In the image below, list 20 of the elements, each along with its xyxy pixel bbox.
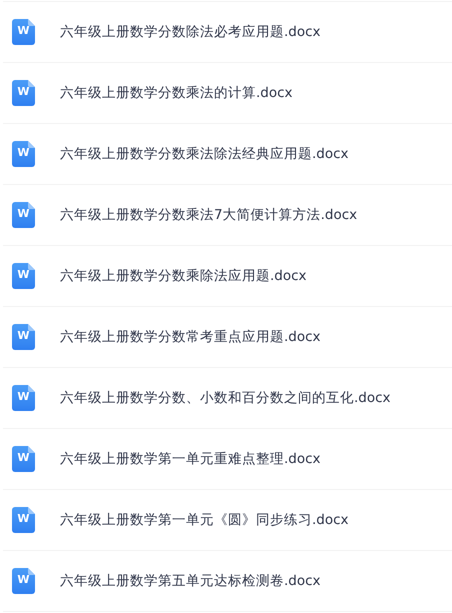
word-document-icon: W bbox=[12, 507, 35, 533]
file-name[interactable]: 六年级上册数学分数、小数和百分数之间的互化.docx bbox=[60, 388, 391, 408]
word-document-icon: W bbox=[12, 263, 35, 289]
word-document-icon: W bbox=[12, 19, 35, 45]
file-name[interactable]: 六年级上册数学分数乘法除法经典应用题.docx bbox=[60, 144, 349, 164]
file-name[interactable]: 六年级上册数学第一单元重难点整理.docx bbox=[60, 448, 321, 470]
file-name[interactable]: 六年级上册数学第一单元《圆》同步练习.docx bbox=[60, 510, 349, 530]
word-document-icon: W bbox=[12, 568, 35, 594]
file-name[interactable]: 六年级上册数学分数乘除法应用题.docx bbox=[60, 266, 307, 286]
word-document-icon: W bbox=[12, 446, 35, 472]
word-document-icon: W bbox=[12, 80, 35, 106]
file-name[interactable]: 六年级上册数学分数除法必考应用题.docx bbox=[60, 22, 321, 42]
file-name[interactable]: 六年级上册数学分数常考重点应用题.docx bbox=[60, 326, 321, 348]
word-document-icon: W bbox=[12, 141, 35, 167]
word-document-icon: W bbox=[12, 324, 35, 350]
file-name[interactable]: 六年级上册数学第五单元达标检测卷.docx bbox=[60, 570, 321, 592]
file-name[interactable]: 六年级上册数学分数乘法的计算.docx bbox=[60, 82, 293, 104]
file-name[interactable]: 六年级上册数学分数乘法7大简便计算方法.docx bbox=[60, 204, 358, 226]
word-document-icon: W bbox=[12, 385, 35, 411]
word-document-icon: W bbox=[12, 202, 35, 228]
